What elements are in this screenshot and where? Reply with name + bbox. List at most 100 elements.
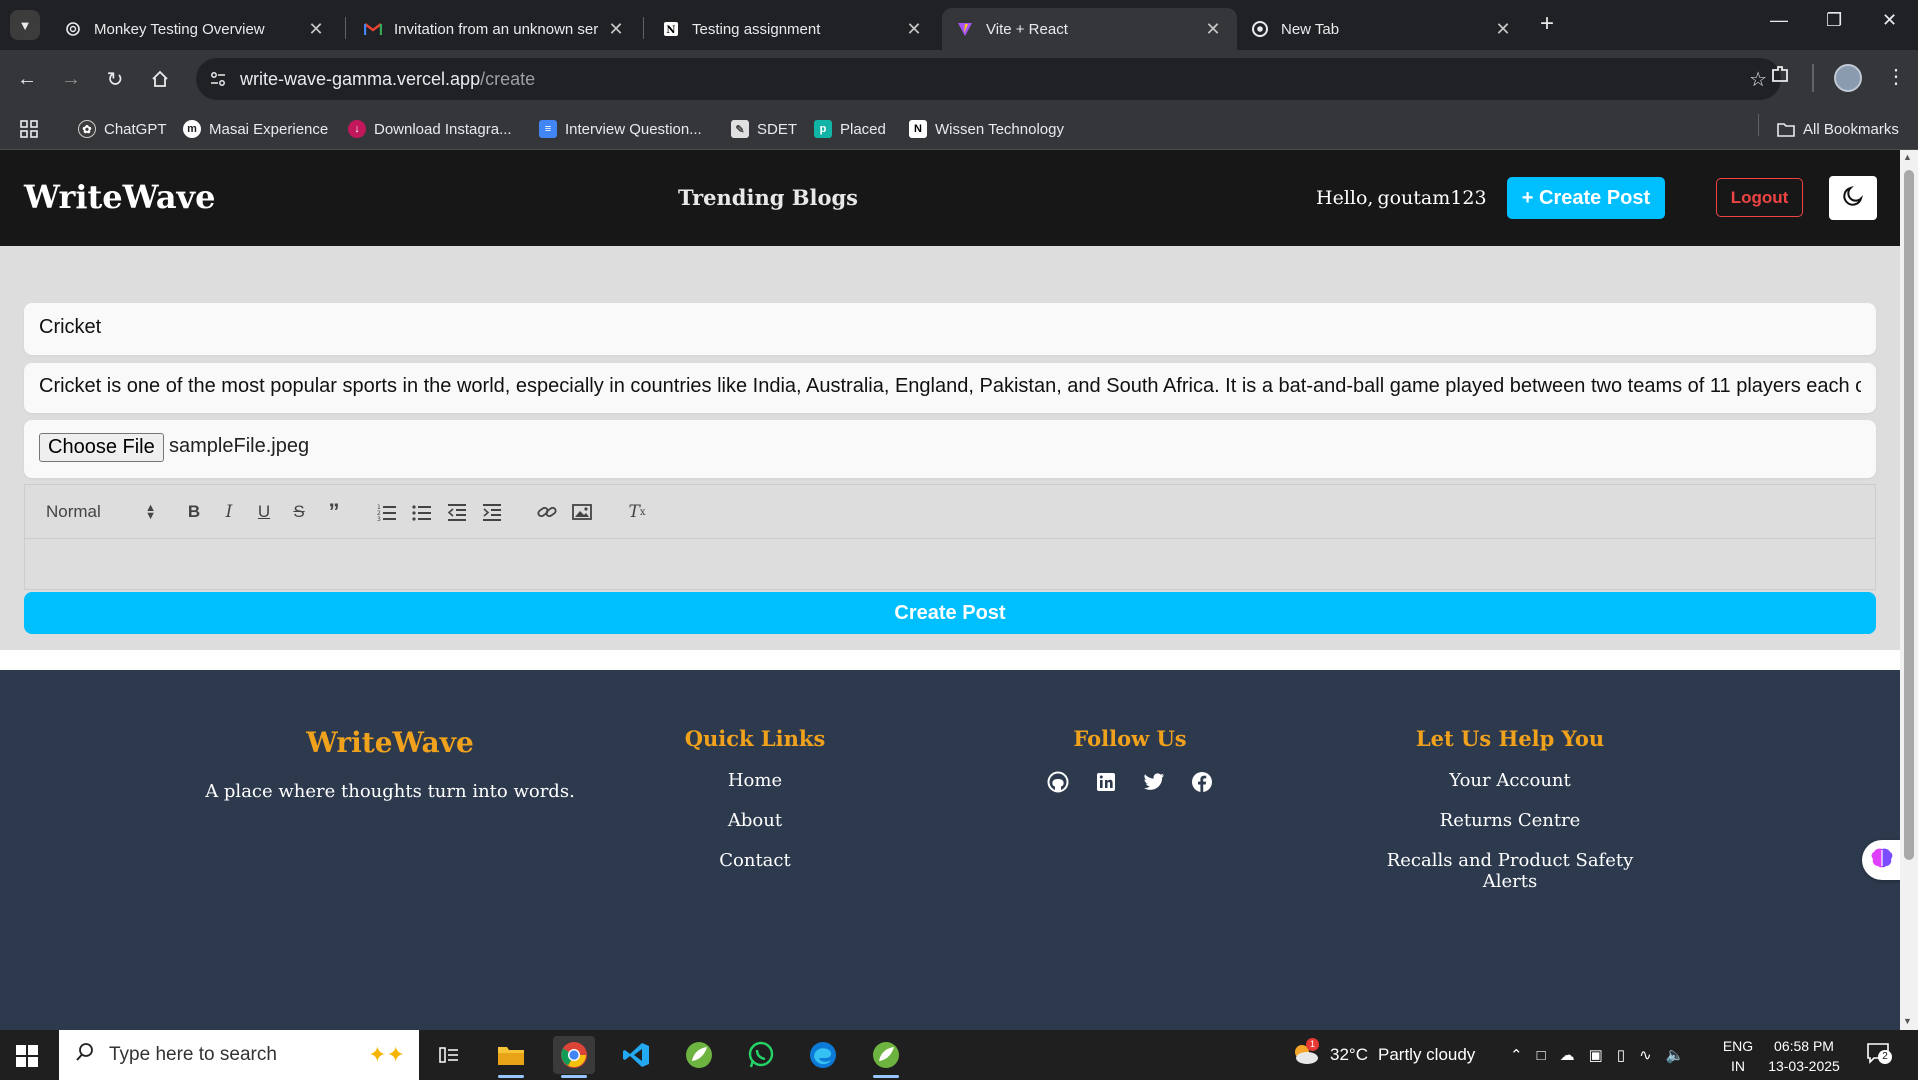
- browser-tab[interactable]: Invitation from an unknown ser ✕: [350, 8, 640, 50]
- notification-center[interactable]: 2: [1866, 1030, 1892, 1080]
- moon-icon: [1841, 184, 1865, 213]
- brand-logo[interactable]: WriteWave: [24, 178, 216, 216]
- address-bar[interactable]: write-wave-gamma.vercel.app/create ☆: [196, 58, 1781, 100]
- meet-icon[interactable]: □: [1537, 1047, 1546, 1064]
- show-hidden-icons[interactable]: ⌃: [1510, 1046, 1523, 1064]
- link-icon[interactable]: [535, 501, 559, 523]
- screen-icon[interactable]: ▣: [1589, 1046, 1603, 1064]
- restore-icon[interactable]: ❐: [1826, 10, 1842, 31]
- scroll-up-icon[interactable]: ▲: [1903, 152, 1912, 162]
- taskbar-search-box[interactable]: Type here to search ✦✦: [59, 1030, 419, 1080]
- file-input: Choose File sampleFile.jpeg: [24, 420, 1876, 478]
- home-icon[interactable]: [145, 64, 175, 94]
- search-icon: [75, 1042, 95, 1068]
- profile-avatar[interactable]: [1834, 64, 1862, 92]
- scroll-thumb[interactable]: [1904, 170, 1914, 860]
- browser-tab-active[interactable]: Vite + React ✕: [942, 8, 1237, 50]
- page-scrollbar[interactable]: ▲ ▼: [1900, 150, 1918, 1030]
- site-info-icon[interactable]: [208, 69, 228, 89]
- footer-link-account[interactable]: Your Account: [1360, 770, 1660, 791]
- clear-format-icon[interactable]: Tx: [625, 501, 649, 523]
- create-post-submit-button[interactable]: Create Post: [24, 592, 1876, 634]
- facebook-icon[interactable]: [1191, 771, 1213, 793]
- bold-icon[interactable]: B: [182, 501, 206, 523]
- all-bookmarks[interactable]: All Bookmarks: [1777, 116, 1899, 142]
- spring-tool-icon-2[interactable]: [865, 1036, 907, 1078]
- scroll-down-icon[interactable]: ▼: [1903, 1016, 1912, 1026]
- whatsapp-icon[interactable]: [740, 1036, 782, 1074]
- language-indicator[interactable]: ENG IN: [1718, 1036, 1758, 1076]
- wifi-icon[interactable]: ∿: [1639, 1046, 1652, 1064]
- back-icon[interactable]: ←: [12, 64, 42, 94]
- weather-widget[interactable]: 1 32°C Partly cloudy: [1290, 1030, 1475, 1080]
- reload-icon[interactable]: ↻: [100, 64, 130, 94]
- strike-icon[interactable]: S: [287, 501, 311, 523]
- italic-icon[interactable]: I: [217, 501, 241, 523]
- footer-link-returns[interactable]: Returns Centre: [1360, 810, 1660, 831]
- bookmark-sdet[interactable]: ✎ SDET: [731, 116, 797, 142]
- bookmark-chatgpt[interactable]: ✿ ChatGPT: [78, 116, 167, 142]
- sparkle-icon: ✦✦: [368, 1042, 405, 1067]
- volume-icon[interactable]: 🔈: [1666, 1046, 1685, 1064]
- blockquote-icon[interactable]: ”: [322, 499, 346, 524]
- create-post-nav-button[interactable]: + Create Post: [1507, 177, 1665, 219]
- windows-start-icon[interactable]: [16, 1045, 38, 1067]
- logout-button[interactable]: Logout: [1716, 178, 1803, 217]
- theme-toggle-button[interactable]: [1829, 176, 1877, 220]
- edge-icon[interactable]: [802, 1036, 844, 1074]
- footer-link-contact[interactable]: Contact: [650, 850, 860, 871]
- bookmark-star-icon[interactable]: ☆: [1749, 67, 1767, 92]
- file-explorer-icon[interactable]: [490, 1036, 532, 1078]
- task-view-icon[interactable]: [428, 1036, 470, 1074]
- new-tab-button[interactable]: +: [1540, 12, 1554, 36]
- battery-icon[interactable]: ▯: [1617, 1046, 1625, 1064]
- browser-tab[interactable]: New Tab ✕: [1237, 8, 1527, 50]
- bookmark-interview[interactable]: ≡ Interview Question...: [539, 116, 702, 142]
- close-icon[interactable]: ✕: [1493, 19, 1513, 40]
- minimize-icon[interactable]: —: [1770, 10, 1788, 31]
- underline-icon[interactable]: U: [252, 501, 276, 523]
- image-icon[interactable]: [570, 501, 594, 523]
- brain-extension-badge[interactable]: [1862, 840, 1900, 880]
- window-close-icon[interactable]: ✕: [1882, 10, 1897, 31]
- indent-icon[interactable]: [480, 501, 504, 523]
- linkedin-icon[interactable]: [1095, 771, 1117, 793]
- close-icon[interactable]: ✕: [904, 19, 924, 40]
- tab-title: Vite + React: [986, 20, 1068, 38]
- extensions-icon[interactable]: [1770, 64, 1790, 90]
- title-input[interactable]: Cricket: [24, 303, 1876, 355]
- bookmark-instagram[interactable]: ↓ Download Instagra...: [348, 116, 512, 142]
- onedrive-icon[interactable]: ☁: [1560, 1046, 1575, 1064]
- taskbar-clock[interactable]: 06:58 PM 13-03-2025: [1764, 1036, 1844, 1076]
- chrome-taskbar-icon[interactable]: [553, 1036, 595, 1078]
- format-select[interactable]: Normal ▲ ▼: [46, 501, 156, 523]
- bookmark-placed[interactable]: p Placed: [814, 116, 886, 142]
- footer-link-home[interactable]: Home: [650, 770, 860, 791]
- close-icon[interactable]: ✕: [606, 19, 626, 40]
- browser-tab[interactable]: N Testing assignment ✕: [648, 8, 938, 50]
- footer-link-recalls[interactable]: Recalls and Product Safety Alerts: [1360, 850, 1660, 892]
- close-icon[interactable]: ✕: [1203, 19, 1223, 40]
- editor-content-area[interactable]: [25, 539, 1875, 591]
- apps-grid-icon[interactable]: [20, 116, 38, 142]
- close-icon[interactable]: ✕: [306, 19, 326, 40]
- vscode-icon[interactable]: [615, 1036, 657, 1074]
- github-icon[interactable]: [1047, 771, 1069, 793]
- ordered-list-icon[interactable]: 123: [375, 501, 399, 523]
- content-input[interactable]: Cricket is one of the most popular sport…: [24, 363, 1876, 413]
- footer-link-about[interactable]: About: [650, 810, 860, 831]
- menu-kebab-icon[interactable]: ⋮: [1886, 64, 1906, 89]
- site-footer: WriteWave A place where thoughts turn in…: [0, 670, 1900, 1030]
- nav-trending-blogs[interactable]: Trending Blogs: [678, 185, 858, 210]
- browser-tab[interactable]: Monkey Testing Overview ✕: [50, 8, 340, 50]
- bookmark-wissen[interactable]: N Wissen Technology: [909, 116, 1064, 142]
- bullet-list-icon[interactable]: [410, 501, 434, 523]
- twitter-icon[interactable]: [1143, 771, 1165, 793]
- brain-icon: [1870, 847, 1894, 874]
- forward-icon[interactable]: →: [56, 64, 86, 94]
- outdent-icon[interactable]: [445, 501, 469, 523]
- choose-file-button[interactable]: Choose File: [39, 433, 164, 462]
- spring-tool-icon[interactable]: [678, 1036, 720, 1074]
- bookmark-masai[interactable]: m Masai Experience: [183, 116, 328, 142]
- tab-search-button[interactable]: ▼: [10, 10, 40, 40]
